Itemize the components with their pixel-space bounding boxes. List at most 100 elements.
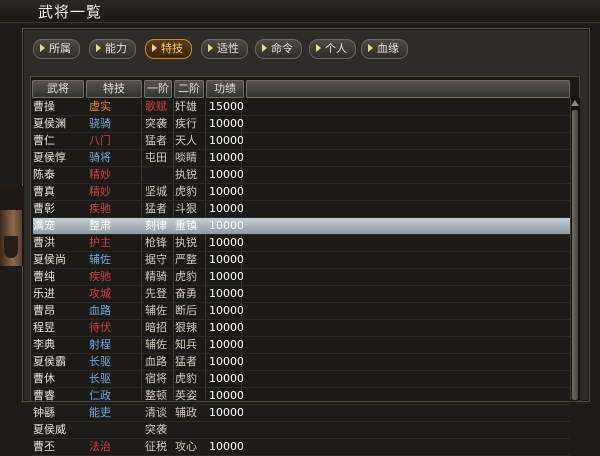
cell-rank2: 虎豹 (175, 270, 197, 283)
table-row[interactable]: 曹休 长驱 宿将 虎豹 10000 (33, 371, 570, 388)
table-row[interactable]: 曹睿 仁政 整顿 英姿 10000 (33, 388, 570, 405)
cell-merit: 10000 (209, 440, 243, 453)
cell-rank1: 据守 (145, 253, 167, 266)
cell-general-name: 满宠 (33, 219, 55, 232)
cell-skill: 血路 (89, 304, 111, 317)
cell-rank1: 精骑 (145, 270, 167, 283)
table-row[interactable]: 夏侯霸 长驱 血路 猛者 10000 (33, 354, 570, 371)
scrollbar-thumb[interactable] (572, 110, 578, 400)
table-row[interactable]: 钟繇 能吏 清谈 辅政 10000 (33, 405, 570, 422)
table-row[interactable]: 曹纯 疾驰 精骑 虎豹 10000 (33, 269, 570, 286)
cell-general-name: 曹纯 (33, 270, 55, 283)
cell-skill: 骁骑 (89, 117, 111, 130)
tab-bullet-icon (40, 44, 45, 52)
table-row[interactable]: 夏侯渊 骁骑 突袭 疾行 10000 (33, 116, 570, 133)
cell-rank1: 猛者 (145, 202, 167, 215)
header-rank2[interactable]: 二阶 (174, 80, 204, 98)
tab-bloodline[interactable]: 血缘 (361, 39, 408, 59)
header-rank1[interactable]: 一阶 (144, 80, 172, 98)
tab-bullet-icon (316, 44, 321, 52)
table-row[interactable]: 乐进 攻城 先登 奋勇 10000 (33, 286, 570, 303)
cell-general-name: 程昱 (33, 321, 55, 334)
cell-skill (89, 422, 149, 438)
cell-merit: 10000 (209, 185, 243, 198)
table-row[interactable]: 满宠 整肃 刻律 重镇 10000 (33, 218, 570, 235)
tab-affiliation[interactable]: 所属 (33, 39, 80, 59)
cell-merit: 10000 (209, 321, 243, 334)
tab-personal[interactable]: 个人 (309, 39, 356, 59)
cell-general-name: 曹睿 (33, 389, 55, 402)
cell-skill: 仁政 (89, 389, 111, 402)
cell-rank1: 血路 (145, 355, 167, 368)
tab-skill[interactable]: 特技 (145, 39, 192, 59)
cell-general-name: 夏侯霸 (33, 355, 66, 368)
cell-skill: 护主 (89, 236, 111, 249)
cell-skill: 能吏 (89, 406, 111, 419)
cell-general-name: 曹真 (33, 185, 55, 198)
window-title: 武将一覧 (38, 3, 103, 21)
cell-rank1 (145, 167, 175, 183)
portrait-beard (4, 236, 18, 258)
table-row[interactable]: 曹彰 疾驰 猛者 斗狠 10000 (33, 201, 570, 218)
cell-skill: 辅佐 (89, 253, 111, 266)
cell-general-name: 夏侯尚 (33, 253, 66, 266)
cell-merit: 10000 (209, 287, 243, 300)
cell-rank2: 执锐 (175, 168, 197, 181)
header-skill[interactable]: 特技 (86, 80, 142, 98)
portrait-hair (0, 186, 22, 210)
table-row[interactable]: 曹昂 血路 辅佐 断后 10000 (33, 303, 570, 320)
cell-merit: 10000 (209, 304, 243, 317)
cell-rank2: 疾行 (175, 117, 197, 130)
cell-rank2: 严整 (175, 253, 197, 266)
cell-rank1: 暗招 (145, 321, 167, 334)
cell-general-name: 曹丕 (33, 440, 55, 453)
cell-skill: 长驱 (89, 372, 111, 385)
cell-rank2: 猛者 (175, 355, 197, 368)
cell-merit: 10000 (209, 253, 243, 266)
cell-rank1: 突袭 (145, 423, 167, 436)
cell-rank2: 奋勇 (175, 287, 197, 300)
tab-ability[interactable]: 能力 (89, 39, 136, 59)
tab-aptitude[interactable]: 适性 (201, 39, 248, 59)
table-row[interactable]: 曹丕 法治 征税 攻心 10000 (33, 439, 570, 456)
cell-merit: 10000 (209, 270, 243, 283)
table-row[interactable]: 夏侯尚 辅佐 据守 严整 10000 (33, 252, 570, 269)
cell-general-name: 乐进 (33, 287, 55, 300)
table-row[interactable]: 陈泰 精妙 执锐 10000 (33, 167, 570, 184)
cell-rank2: 斗狠 (175, 202, 197, 215)
cell-rank1: 突袭 (145, 117, 167, 130)
cell-merit: 10000 (209, 117, 243, 130)
table-row[interactable]: 程昱 待伏 暗招 狠辣 10000 (33, 320, 570, 337)
cell-rank1: 辅佐 (145, 304, 167, 317)
cell-skill: 精妙 (89, 168, 111, 181)
table-row[interactable]: 曹仁 八门 猛者 天人 10000 (33, 133, 570, 150)
title-bar: 武将一覧 (0, 0, 600, 23)
cell-rank2: 狠辣 (175, 321, 197, 334)
header-general[interactable]: 武将 (32, 80, 84, 98)
cell-rank1: 宿将 (145, 372, 167, 385)
table-row[interactable]: 曹操 虚实 歌赋 奸雄 15000 (33, 99, 570, 116)
table-row[interactable]: 曹真 精妙 坚城 虎豹 10000 (33, 184, 570, 201)
tab-command[interactable]: 命令 (255, 39, 302, 59)
cell-skill: 整肃 (89, 219, 111, 232)
table-row[interactable]: 夏侯惇 骑将 屯田 啖睛 10000 (33, 150, 570, 167)
cell-general-name: 夏侯威 (33, 423, 66, 436)
cell-general-name: 曹彰 (33, 202, 55, 215)
cell-skill: 疾驰 (89, 202, 111, 215)
cell-general-name: 钟繇 (33, 406, 55, 419)
cell-rank2: 辅政 (175, 406, 197, 419)
tab-bullet-icon (368, 44, 373, 52)
table-body: 曹操 虚实 歌赋 奸雄 15000 夏侯渊 骁骑 突袭 疾行 10000 曹仁 八门 猛者 天人 10000… (33, 99, 570, 456)
cell-general-name: 曹仁 (33, 134, 55, 147)
table-row[interactable]: 李典 射程 辅佐 知兵 10000 (33, 337, 570, 354)
scroll-up-arrow-icon[interactable] (571, 100, 579, 106)
header-merit[interactable]: 功绩 (206, 80, 244, 98)
cell-rank2: 断后 (175, 304, 197, 317)
cell-merit: 10000 (209, 219, 243, 232)
table-row[interactable]: 曹洪 护主 枪锋 执锐 10000 (33, 235, 570, 252)
cell-general-name: 夏侯惇 (33, 151, 66, 164)
cell-general-name: 曹昂 (33, 304, 55, 317)
cell-general-name: 曹洪 (33, 236, 55, 249)
table-row[interactable]: 夏侯威 突袭 (33, 422, 570, 439)
cell-skill: 射程 (89, 338, 111, 351)
